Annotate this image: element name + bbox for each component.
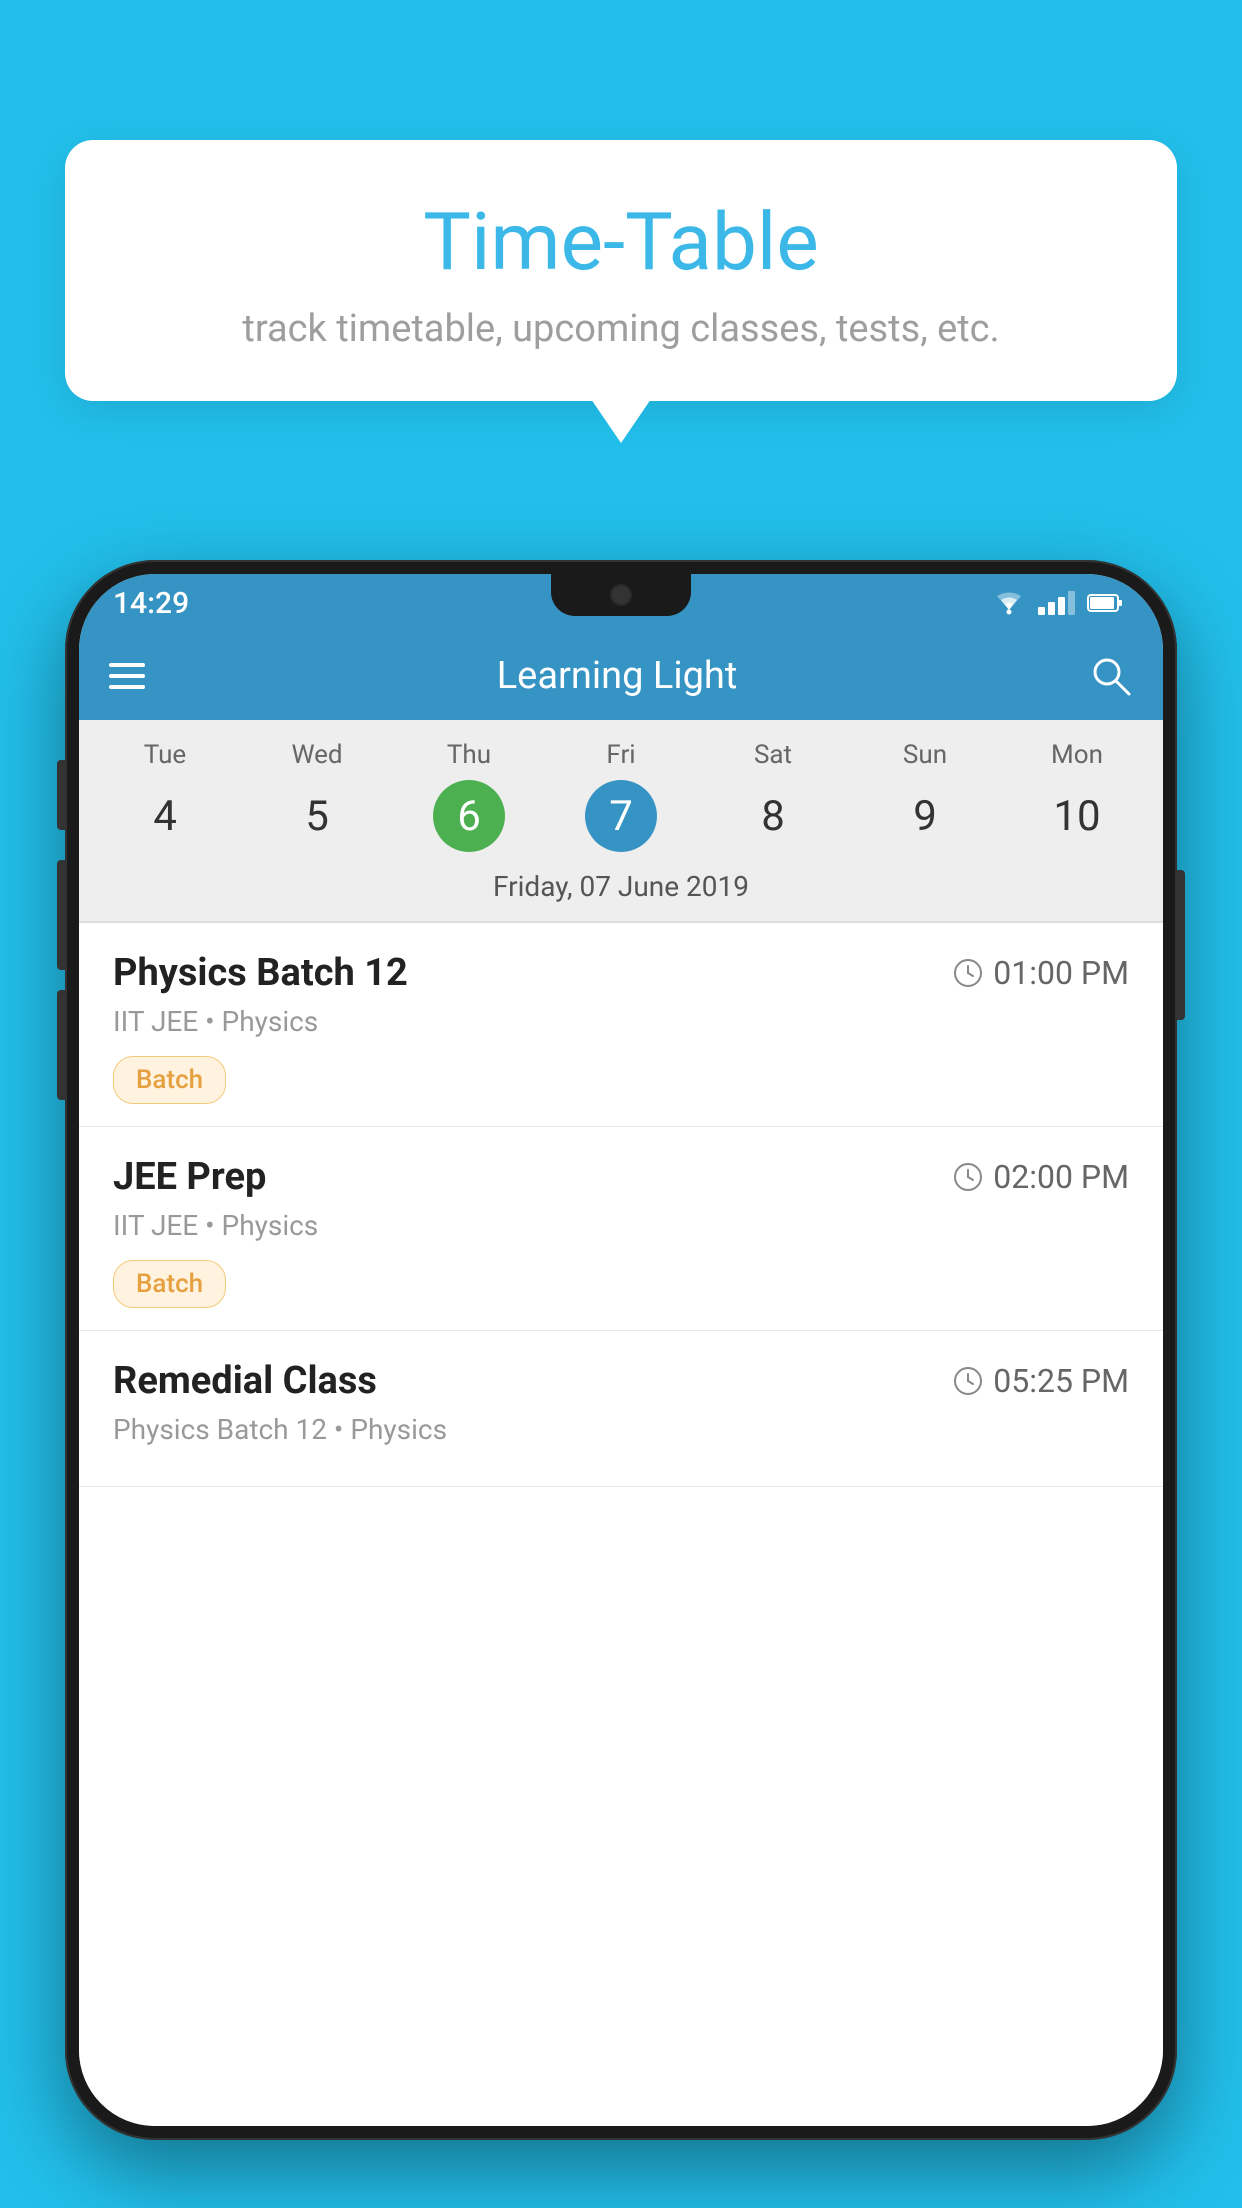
day-number-mon[interactable]: 10 <box>1041 780 1113 852</box>
hamburger-menu-icon[interactable] <box>109 663 145 689</box>
phone-camera <box>610 584 632 606</box>
day-number-tue[interactable]: 4 <box>129 780 201 852</box>
app-bar: Learning Light <box>79 632 1163 720</box>
schedule-item-header-1: JEE Prep 02:00 PM <box>113 1155 1129 1199</box>
phone-notch <box>551 574 691 616</box>
schedule-item-0[interactable]: Physics Batch 12 01:00 PM IIT JEE • Physic… <box>79 923 1163 1127</box>
week-days-row: Tue 4 Wed 5 Thu 6 Fri 7 Sat 8 Sun 9 Mon 10 <box>79 720 1163 860</box>
day-col-thu[interactable]: Thu 6 <box>393 740 545 852</box>
tooltip-subtitle: track timetable, upcoming classes, tests… <box>125 307 1117 351</box>
calendar-date-label: Friday, 07 June 2019 <box>79 860 1163 921</box>
phone-screen: 14:29 <box>79 574 1163 2126</box>
day-col-tue[interactable]: Tue 4 <box>89 740 241 852</box>
schedule-item-1[interactable]: JEE Prep 02:00 PM IIT JEE • Physics Batch <box>79 1127 1163 1331</box>
day-number-fri[interactable]: 7 <box>585 780 657 852</box>
schedule-list: Physics Batch 12 01:00 PM IIT JEE • Physic… <box>79 923 1163 2126</box>
class-meta-0: IIT JEE • Physics <box>113 1005 1129 1038</box>
batch-tag-0: Batch <box>113 1056 226 1104</box>
day-name-wed: Wed <box>291 740 342 770</box>
clock-icon-0 <box>953 958 983 988</box>
day-name-tue: Tue <box>144 740 186 770</box>
schedule-item-header-0: Physics Batch 12 01:00 PM <box>113 951 1129 995</box>
day-name-fri: Fri <box>606 740 635 770</box>
battery-icon <box>1087 592 1123 614</box>
day-col-wed[interactable]: Wed 5 <box>241 740 393 852</box>
phone-outer: 14:29 <box>65 560 1177 2140</box>
app-title: Learning Light <box>175 654 1059 698</box>
day-name-thu: Thu <box>447 740 491 770</box>
phone-container: 14:29 <box>65 560 1177 2140</box>
class-meta-2: Physics Batch 12 • Physics <box>113 1413 1129 1446</box>
tooltip-card: Time-Table track timetable, upcoming cla… <box>65 140 1177 401</box>
day-name-sun: Sun <box>903 740 947 770</box>
clock-icon-2 <box>953 1366 983 1396</box>
phone-button-left-top <box>57 760 65 830</box>
wifi-icon <box>992 590 1026 616</box>
day-col-sun[interactable]: Sun 9 <box>849 740 1001 852</box>
page-background: Time-Table track timetable, upcoming cla… <box>0 0 1242 2208</box>
day-number-wed[interactable]: 5 <box>281 780 353 852</box>
class-name-1: JEE Prep <box>113 1155 266 1199</box>
batch-tag-1: Batch <box>113 1260 226 1308</box>
status-time: 14:29 <box>113 586 189 621</box>
day-number-sun[interactable]: 9 <box>889 780 961 852</box>
day-number-thu[interactable]: 6 <box>433 780 505 852</box>
schedule-item-header-2: Remedial Class 05:25 PM <box>113 1359 1129 1403</box>
day-col-fri[interactable]: Fri 7 <box>545 740 697 852</box>
signal-icon <box>1038 591 1075 615</box>
tooltip-title: Time-Table <box>125 195 1117 289</box>
class-name-0: Physics Batch 12 <box>113 951 408 995</box>
clock-icon-1 <box>953 1162 983 1192</box>
status-icons <box>992 590 1123 616</box>
class-time-1: 02:00 PM <box>953 1158 1129 1196</box>
class-name-2: Remedial Class <box>113 1359 377 1403</box>
day-name-sat: Sat <box>754 740 792 770</box>
class-time-2: 05:25 PM <box>953 1362 1129 1400</box>
class-meta-1: IIT JEE • Physics <box>113 1209 1129 1242</box>
class-time-0: 01:00 PM <box>953 954 1129 992</box>
day-number-sat[interactable]: 8 <box>737 780 809 852</box>
day-col-mon[interactable]: Mon 10 <box>1001 740 1153 852</box>
schedule-item-2[interactable]: Remedial Class 05:25 PM Physics Batch 12 •… <box>79 1331 1163 1487</box>
search-icon[interactable] <box>1089 654 1133 698</box>
phone-button-left-bot <box>57 990 65 1100</box>
phone-button-left-mid <box>57 860 65 970</box>
calendar-section: Tue 4 Wed 5 Thu 6 Fri 7 Sat 8 Sun 9 Mon 10 Friday, 07… <box>79 720 1163 923</box>
day-col-sat[interactable]: Sat 8 <box>697 740 849 852</box>
phone-button-right <box>1177 870 1185 1020</box>
day-name-mon: Mon <box>1051 740 1103 770</box>
